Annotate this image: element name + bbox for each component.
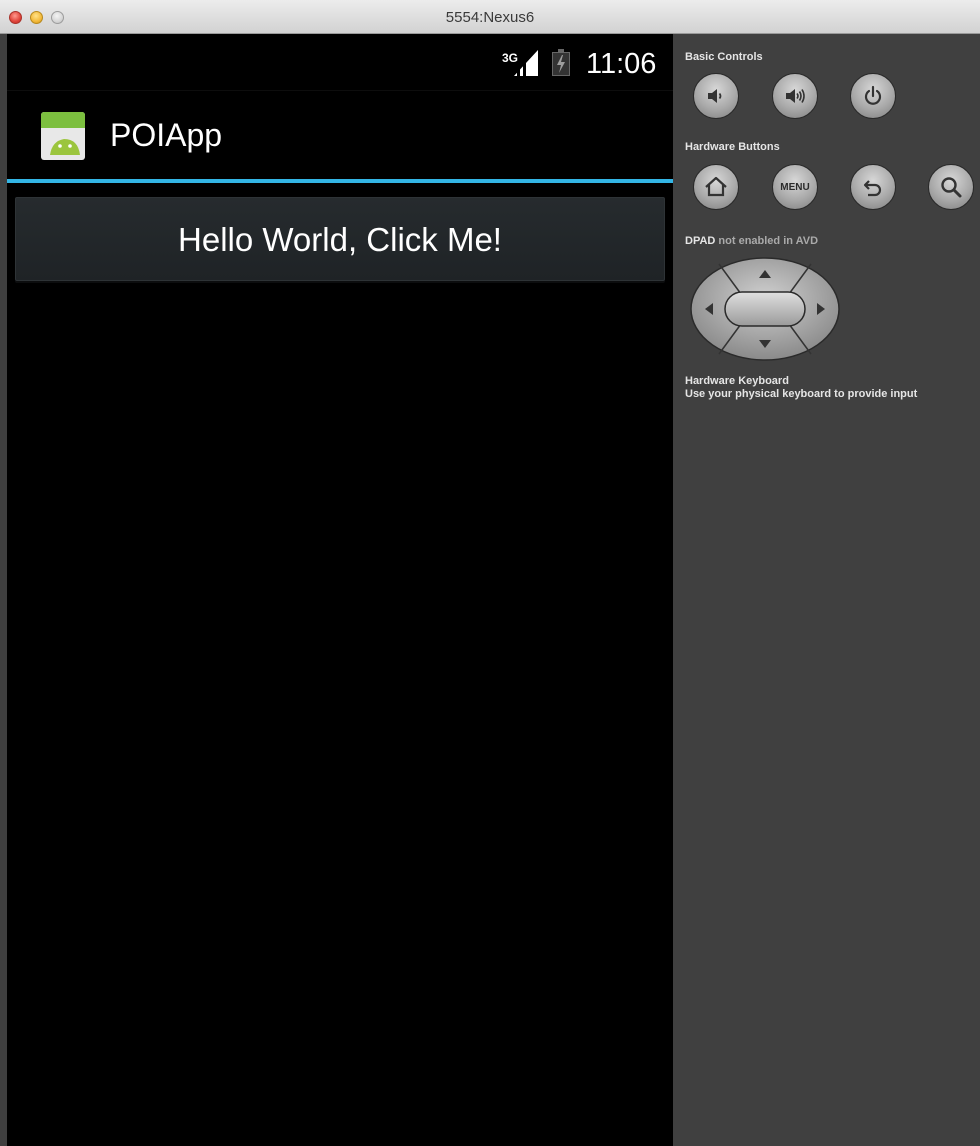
home-icon: [705, 176, 727, 197]
search-button[interactable]: [928, 164, 974, 210]
dpad-label-bold: DPAD: [685, 235, 716, 247]
home-button[interactable]: [693, 164, 739, 210]
device-screen[interactable]: 3G 11:06 POIApp Hello World, Click Me!: [7, 34, 673, 1146]
window-titlebar: 5554:Nexus6: [0, 0, 980, 34]
app-title: POIApp: [110, 117, 223, 153]
signal-strength-icon: [514, 50, 538, 76]
hardware-buttons-label: Hardware Buttons: [685, 141, 780, 153]
action-bar: POIApp: [7, 91, 673, 183]
charging-bolt-icon: [557, 55, 565, 73]
volume-down-icon: [708, 89, 722, 103]
basic-controls-label: Basic Controls: [685, 51, 763, 63]
status-bar: 3G 11:06: [7, 34, 673, 91]
emulator-control-panel: Basic Controls Hardware Buttons MENU DPA…: [673, 34, 980, 1146]
volume-up-button[interactable]: [772, 73, 818, 119]
menu-button-label: MENU: [780, 181, 810, 193]
power-button[interactable]: [850, 73, 896, 119]
hardware-keyboard-title: Hardware Keyboard: [685, 375, 789, 387]
hello-world-button[interactable]: Hello World, Click Me!: [15, 197, 665, 281]
dpad-label-note: not enabled in AVD: [718, 235, 819, 247]
back-button[interactable]: [850, 164, 896, 210]
hardware-keyboard-description: Use your physical keyboard to provide in…: [685, 388, 918, 400]
window-title: 5554:Nexus6: [445, 9, 535, 26]
search-icon: [941, 177, 962, 198]
power-icon: [864, 85, 882, 105]
volume-up-icon: [786, 89, 805, 103]
dpad-control[interactable]: [689, 256, 841, 362]
dpad-label: DPAD not enabled in AVD: [685, 235, 818, 247]
status-clock: 11:06: [586, 48, 657, 80]
volume-down-button[interactable]: [693, 73, 739, 119]
back-icon: [863, 180, 882, 197]
android-app-icon: [41, 112, 85, 160]
menu-button[interactable]: MENU: [772, 164, 818, 210]
